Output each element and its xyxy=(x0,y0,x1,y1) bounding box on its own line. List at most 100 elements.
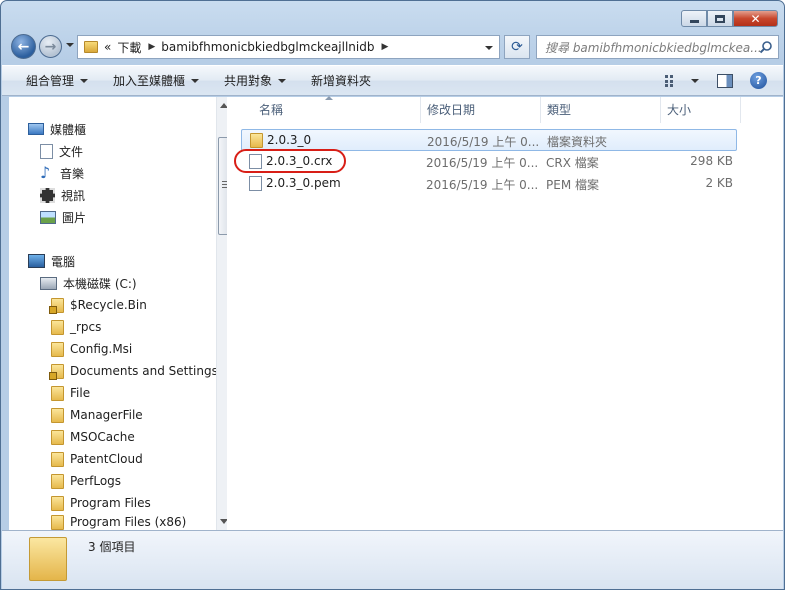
tree-folder[interactable]: _rpcs xyxy=(51,317,101,337)
tree-label: 媒體櫃 xyxy=(50,122,87,137)
tree-label: 音樂 xyxy=(60,166,85,181)
tree-local-disk[interactable]: 本機磁碟 (C:) xyxy=(40,273,137,293)
tree-label: Documents and Settings xyxy=(70,364,218,378)
chevron-down-icon xyxy=(278,78,287,83)
new-folder-button[interactable]: 新增資料夾 xyxy=(311,72,371,89)
tree-pictures[interactable]: 圖片 xyxy=(40,207,86,227)
sort-ascending-icon xyxy=(325,96,333,100)
folder-icon xyxy=(250,133,263,148)
organize-label: 組合管理 xyxy=(26,74,75,88)
libraries-icon xyxy=(28,123,44,135)
column-divider[interactable] xyxy=(540,97,541,123)
folder-icon xyxy=(51,341,64,357)
share-label: 共用對象 xyxy=(224,74,273,88)
tree-folder[interactable]: Program Files (x86) xyxy=(51,515,186,530)
tree-label: 電腦 xyxy=(51,254,76,269)
file-size: 2 KB xyxy=(705,176,733,190)
file-date: 2016/5/19 上午 0... xyxy=(426,178,539,192)
tree-computer[interactable]: 電腦 xyxy=(28,251,75,271)
address-history-dropdown[interactable] xyxy=(485,46,493,50)
maximize-icon xyxy=(715,14,725,23)
tree-folder[interactable]: Program Files xyxy=(51,493,151,513)
folder-icon xyxy=(49,363,64,380)
column-header-name[interactable]: 名稱 xyxy=(259,101,283,118)
tree-label: 本機磁碟 (C:) xyxy=(63,276,137,291)
help-icon[interactable]: ? xyxy=(750,72,767,89)
recent-pages-dropdown[interactable] xyxy=(66,43,74,47)
breadcrumb-overflow[interactable]: « xyxy=(104,40,111,54)
refresh-button[interactable]: ⟳ xyxy=(504,35,530,59)
preview-pane-icon[interactable] xyxy=(717,73,733,88)
forward-arrow-icon: → xyxy=(44,38,57,55)
tree-folder[interactable]: Documents and Settings xyxy=(49,361,218,381)
folder-icon xyxy=(51,495,64,511)
breadcrumb-downloads[interactable]: 下載 xyxy=(117,39,141,56)
search-icon[interactable] xyxy=(759,40,773,54)
tree-label: Config.Msi xyxy=(70,342,133,356)
folder-icon xyxy=(51,515,64,530)
column-divider[interactable] xyxy=(740,97,741,123)
folder-icon xyxy=(51,385,64,401)
file-row[interactable]: 2.0.3_0.pem 2016/5/19 上午 0... PEM 檔案 2 K… xyxy=(241,173,737,195)
breadcrumb-current-folder[interactable]: bamibfhmonicbkiedbglmckeajllnidb xyxy=(161,40,374,54)
highlight-annotation xyxy=(234,149,346,173)
back-arrow-icon: ← xyxy=(17,38,30,55)
column-divider[interactable] xyxy=(660,97,661,123)
minimize-button[interactable] xyxy=(681,10,707,27)
tree-folder[interactable]: PerfLogs xyxy=(51,471,121,491)
tree-label: PatentCloud xyxy=(70,452,143,466)
tree-label: $Recycle.Bin xyxy=(70,298,147,312)
tree-label: MSOCache xyxy=(70,430,135,444)
music-icon xyxy=(40,163,54,182)
folder-icon xyxy=(51,407,64,423)
tree-folder[interactable]: ManagerFile xyxy=(51,405,143,425)
tree-folder[interactable]: MSOCache xyxy=(51,427,135,447)
close-button[interactable]: ✕ xyxy=(733,10,778,27)
column-header-type[interactable]: 類型 xyxy=(547,101,571,118)
tree-documents[interactable]: 文件 xyxy=(40,141,83,161)
tree-music[interactable]: 音樂 xyxy=(40,163,84,183)
folder-icon xyxy=(51,429,64,445)
tree-label: Program Files (x86) xyxy=(70,515,187,529)
include-in-library-button[interactable]: 加入至媒體櫃 xyxy=(113,72,200,89)
file-size: 298 KB xyxy=(690,154,733,168)
back-button[interactable]: ← xyxy=(11,34,36,59)
file-icon xyxy=(249,176,262,191)
view-options-icon[interactable] xyxy=(665,74,681,87)
folder-icon xyxy=(49,297,64,314)
share-with-button[interactable]: 共用對象 xyxy=(224,72,287,89)
file-name: 2.0.3_0 xyxy=(267,133,312,147)
breadcrumb-separator-icon[interactable]: ▶ xyxy=(148,42,155,52)
command-bar: 組合管理 加入至媒體櫃 共用對象 新增資料夾 ? xyxy=(2,65,783,96)
breadcrumb-separator-icon[interactable]: ▶ xyxy=(381,42,388,52)
search-input[interactable]: 搜尋 bamibfhmonicbkiedbglmckea... xyxy=(536,35,779,59)
refresh-icon: ⟳ xyxy=(511,39,523,55)
tree-label: 文件 xyxy=(59,144,84,159)
minimize-icon xyxy=(689,19,699,23)
details-pane: 3 個項目 xyxy=(2,530,783,589)
tree-label: PerfLogs xyxy=(70,474,122,488)
tree-videos[interactable]: 視訊 xyxy=(40,185,85,205)
caption-buttons: ✕ xyxy=(681,10,778,27)
tree-folder[interactable]: $Recycle.Bin xyxy=(49,295,147,315)
item-count: 3 個項目 xyxy=(88,540,136,554)
tree-folder[interactable]: PatentCloud xyxy=(51,449,143,469)
address-bar[interactable]: « 下載 ▶ bamibfhmonicbkiedbglmckeajllnidb … xyxy=(77,35,500,59)
chevron-down-icon xyxy=(80,78,89,83)
view-dropdown-icon[interactable] xyxy=(691,78,699,83)
chevron-down-icon xyxy=(191,78,200,83)
column-header-date[interactable]: 修改日期 xyxy=(427,101,475,118)
column-header-size[interactable]: 大小 xyxy=(667,101,691,118)
tree-libraries[interactable]: 媒體櫃 xyxy=(28,119,86,139)
tree-folder[interactable]: Config.Msi xyxy=(51,339,132,359)
file-type: PEM 檔案 xyxy=(546,178,599,192)
file-name: 2.0.3_0.pem xyxy=(266,176,341,190)
pictures-icon xyxy=(40,210,56,224)
search-placeholder: 搜尋 bamibfhmonicbkiedbglmckea... xyxy=(545,40,760,55)
file-row[interactable]: 2.0.3_0 2016/5/19 上午 0... 檔案資料夾 xyxy=(241,129,737,151)
forward-button[interactable]: → xyxy=(39,35,62,58)
organize-button[interactable]: 組合管理 xyxy=(26,72,89,89)
tree-folder[interactable]: File xyxy=(51,383,90,403)
maximize-button[interactable] xyxy=(707,10,733,27)
column-divider[interactable] xyxy=(420,97,421,123)
